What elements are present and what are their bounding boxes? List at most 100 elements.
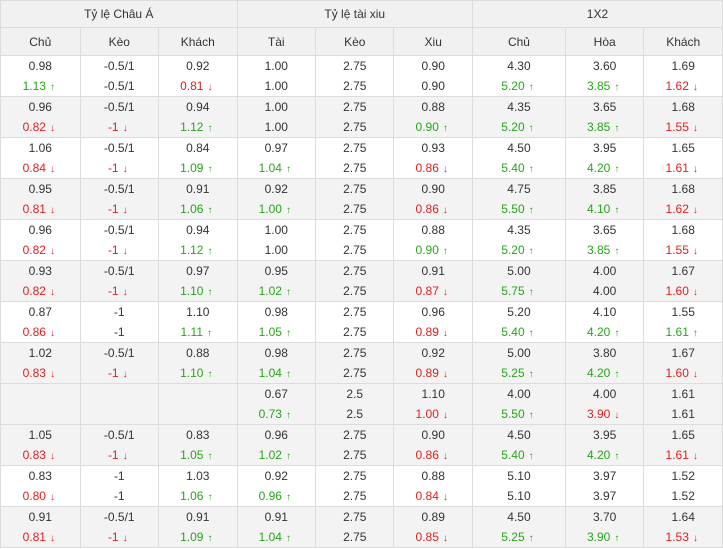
odds-value: 5.40 <box>501 161 525 175</box>
arrow-down-icon <box>443 488 451 508</box>
odds-value: 0.92 <box>421 346 445 360</box>
current-odds: 0.90 <box>394 240 471 260</box>
current-odds: 3.90 <box>566 404 643 424</box>
arrow-up-icon <box>286 406 294 426</box>
opening-odds: 0.95 <box>238 261 315 281</box>
current-odds: 1.02 <box>238 281 315 301</box>
arrow-down-icon <box>50 242 58 262</box>
opening-odds: 0.91 <box>1 507 80 527</box>
odds-cell: 5.10 5.10 <box>471 465 566 507</box>
odds-cell: 0.87 0.86 <box>0 301 81 344</box>
opening-odds: -0.5/1 <box>81 507 158 527</box>
opening-odds: 0.92 <box>238 179 315 199</box>
arrow-down-icon <box>443 447 451 467</box>
odds-value: 1.68 <box>671 100 695 114</box>
current-odds: 0.80 <box>1 486 80 506</box>
odds-cell: 2.75 2.75 <box>314 178 395 220</box>
current-odds: 1.61 <box>644 404 722 424</box>
odds-cell: 0.97 1.04 <box>236 137 317 179</box>
odds-value: 1.10 <box>180 366 204 380</box>
odds-cell: 4.50 5.25 <box>471 506 566 548</box>
odds-value: -1 <box>113 325 125 339</box>
opening-odds: 1.00 <box>238 220 315 240</box>
current-odds: 4.20 <box>566 322 643 342</box>
odds-value: 1.65 <box>671 428 695 442</box>
opening-odds: 0.92 <box>159 56 237 76</box>
current-odds: 2.5 <box>316 404 393 424</box>
current-odds: 0.82 <box>1 117 80 137</box>
odds-value: 0.91 <box>28 510 52 524</box>
odds-value: 3.85 <box>586 120 611 134</box>
odds-value: 0.90 <box>421 428 445 442</box>
odds-value: 4.75 <box>507 182 531 196</box>
arrow-up-icon <box>529 242 537 262</box>
odds-cell: -0.5/1 -0.5/1 <box>79 55 160 97</box>
odds-value: 1.55 <box>671 305 695 319</box>
odds-value: 4.35 <box>507 223 531 237</box>
opening-odds: 4.00 <box>566 261 643 281</box>
odds-cell: -0.5/1 -1 <box>79 506 160 548</box>
odds-cell: 0.93 0.86 <box>393 137 473 180</box>
current-odds: 1.05 <box>238 322 315 342</box>
odds-value: 5.20 <box>501 79 525 93</box>
odds-value: 5.10 <box>507 469 531 483</box>
odds-value: 3.97 <box>592 489 617 503</box>
odds-value: 4.00 <box>592 387 617 401</box>
odds-cell: 1.64 1.53 <box>643 506 723 548</box>
opening-odds: 1.61 <box>644 384 722 404</box>
opening-odds: 0.91 <box>238 507 315 527</box>
table-row: 0.950.81-0.5/1-10.911.060.921.002.752.75… <box>0 178 723 220</box>
odds-cell: 4.00 5.50 <box>471 383 566 425</box>
odds-value: 2.75 <box>343 202 367 216</box>
odds-value: 0.92 <box>264 469 288 483</box>
odds-cell: 0.67 0.73 <box>236 383 317 425</box>
arrow-up-icon <box>614 365 622 385</box>
odds-cell: 0.91 0.87 <box>393 260 473 302</box>
odds-cell: 5.20 5.40 <box>471 301 566 343</box>
opening-odds: 0.96 <box>238 425 315 445</box>
opening-odds: 0.91 <box>159 179 237 199</box>
opening-odds: 2.75 <box>316 261 393 281</box>
odds-cell: -0.5/1 -1 <box>79 219 160 261</box>
arrow-down-icon <box>50 529 58 549</box>
current-odds: -1 <box>81 527 158 547</box>
odds-value: 0.86 <box>415 448 439 462</box>
current-odds: 3.85 <box>566 117 643 137</box>
current-odds: 1.61 <box>644 445 722 465</box>
opening-odds: 3.65 <box>566 97 643 117</box>
odds-value: 5.10 <box>507 489 531 503</box>
odds-cell: 3.65 3.85 <box>564 96 645 138</box>
current-odds: 1.06 <box>159 199 237 219</box>
odds-value: 0.98 <box>28 59 52 73</box>
current-odds: 0.73 <box>238 404 315 424</box>
current-odds: 1.60 <box>644 363 722 383</box>
opening-odds: 0.90 <box>394 179 471 199</box>
arrow-down-icon <box>443 160 451 180</box>
odds-cell: 0.88 0.90 <box>393 219 473 261</box>
opening-odds: 4.35 <box>473 97 565 117</box>
opening-odds: 0.95 <box>1 179 80 199</box>
odds-cell: 1.68 1.55 <box>643 219 723 261</box>
current-odds: 1.04 <box>238 527 315 547</box>
arrow-up-icon <box>286 324 294 344</box>
opening-odds: -0.5/1 <box>81 138 158 158</box>
opening-odds: 4.50 <box>473 507 565 527</box>
arrow-down-icon <box>50 160 58 180</box>
odds-value: 0.87 <box>28 305 52 319</box>
odds-value: 4.20 <box>586 161 611 175</box>
current-odds: 0.90 <box>394 76 471 96</box>
odds-cell: 1.10 1.11 <box>158 301 238 343</box>
odds-value: 1.00 <box>264 79 288 93</box>
opening-odds: 1.69 <box>644 56 722 76</box>
current-odds: 0.81 <box>1 199 80 219</box>
current-odds: 2.75 <box>316 527 393 547</box>
odds-value: 0.90 <box>415 120 439 134</box>
odds-value: 3.65 <box>592 100 617 114</box>
odds-cell: 1.00 1.00 <box>236 55 317 97</box>
odds-value: 1.10 <box>186 305 210 319</box>
odds-value: 1.09 <box>180 530 204 544</box>
odds-cell: 0.93 0.82 <box>0 260 81 302</box>
arrow-down-icon <box>50 324 58 344</box>
odds-cell: -0.5/1 -1 <box>79 96 160 138</box>
opening-odds: 4.30 <box>473 56 565 76</box>
